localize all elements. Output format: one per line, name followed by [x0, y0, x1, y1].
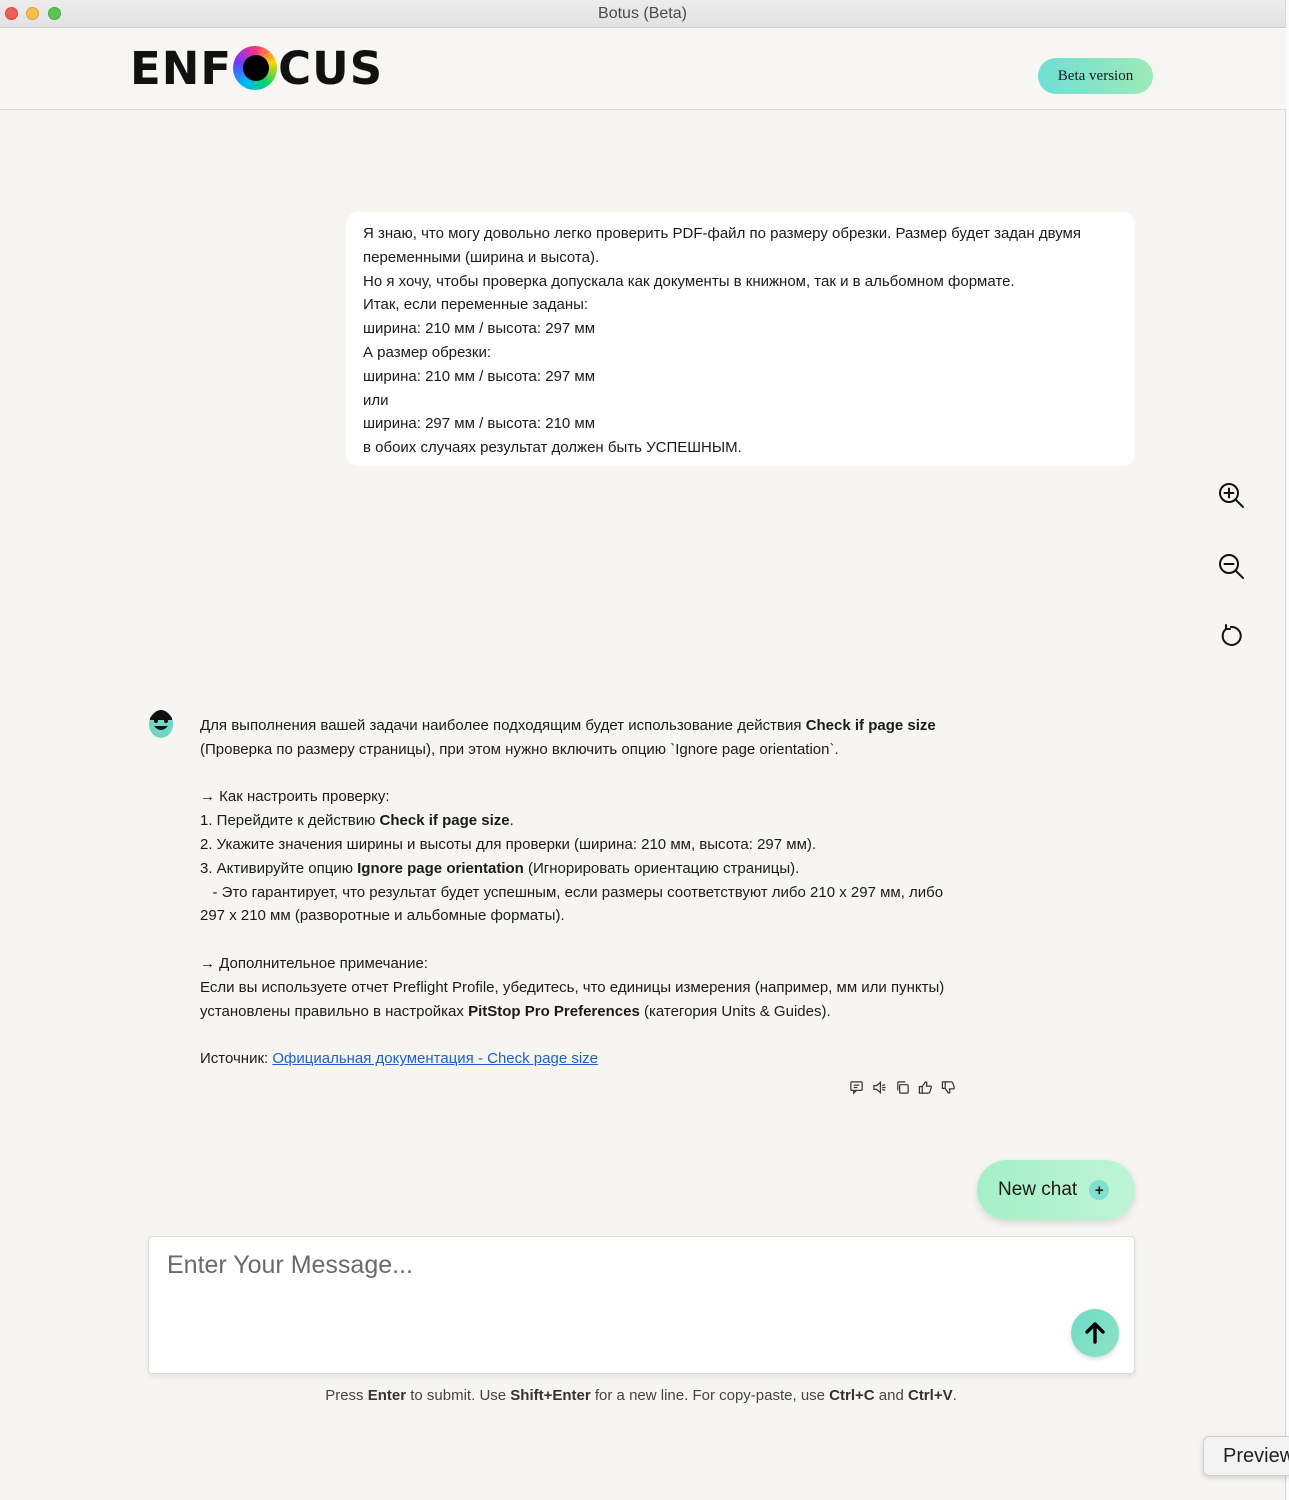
hint-text: to submit. Use: [406, 1387, 511, 1404]
bot-avatar: [147, 704, 175, 740]
user-message-line: в обоих случаях результат должен быть УС…: [363, 439, 742, 457]
bot-text: Для выполнения вашей задачи наиболее под…: [200, 717, 806, 734]
bot-text: (Игнорировать ориентацию страницы).: [523, 859, 800, 877]
hint-key: Enter: [367, 1387, 407, 1404]
keyboard-hint: Press Enter to submit. Use Shift+Enter f…: [0, 1387, 1282, 1404]
bot-bold-text: PitStop Pro Preferences: [468, 1002, 640, 1020]
arrow-up-icon: [1085, 1322, 1105, 1344]
hint-text: Press: [325, 1387, 368, 1404]
bot-source: Источник: Официальная документация - Che…: [200, 1047, 970, 1071]
source-label: Источник:: [200, 1050, 273, 1068]
send-button[interactable]: [1071, 1309, 1119, 1357]
user-message-line: Но я хочу, чтобы проверка допускала как …: [363, 272, 1015, 290]
bot-text: (категория Units & Guides).: [639, 1002, 831, 1020]
hint-text: .: [952, 1387, 957, 1404]
reset-icon: [1221, 624, 1242, 646]
plus-icon: +: [1089, 1180, 1110, 1200]
comment-icon: [849, 1080, 863, 1095]
bot-heading: → Как настроить проверку:: [200, 788, 390, 806]
bot-bold-text: Check if page size: [379, 812, 510, 830]
reset-zoom-button[interactable]: [1214, 619, 1248, 653]
preview-tab[interactable]: Preview: [1203, 1436, 1289, 1476]
hint-text: and: [874, 1387, 908, 1404]
zoom-in-button[interactable]: [1214, 478, 1248, 512]
source-link[interactable]: Официальная документация - Check page si…: [272, 1050, 598, 1067]
beta-version-badge[interactable]: Beta version: [1038, 58, 1153, 94]
bot-step: 1. Перейдите к действию Check if page si…: [200, 809, 970, 833]
thumbs-down-icon: [941, 1080, 955, 1094]
comment-button[interactable]: [848, 1079, 864, 1095]
new-chat-label: New chat: [998, 1179, 1078, 1200]
hint-key: Ctrl+C: [829, 1387, 875, 1404]
bot-text: .: [509, 812, 514, 830]
user-message-line: Итак, если переменные заданы:: [363, 296, 589, 314]
bot-avatar-icon: [149, 710, 173, 738]
logo-text-right: CUS: [278, 41, 384, 95]
user-message-line: А размер обрезки:: [363, 343, 492, 361]
bot-heading: → Дополнительное примечание:: [200, 954, 428, 972]
thumbs-up-button[interactable]: [917, 1079, 933, 1095]
read-aloud-button[interactable]: [871, 1079, 887, 1095]
bot-text: 3. Активируйте опцию: [200, 859, 358, 877]
bot-note: Если вы используете отчет Preflight Prof…: [200, 976, 970, 1024]
logo-o-icon: [233, 46, 278, 90]
bot-bold-text: Ignore page orientation: [357, 859, 524, 877]
zoom-out-icon: [1219, 554, 1244, 579]
new-chat-button[interactable]: New chat +: [977, 1160, 1135, 1220]
user-message-line: ширина: 297 мм / высота: 210 мм: [363, 415, 596, 433]
hint-text: for a new line. For copy-paste, use: [590, 1387, 830, 1404]
message-actions: [848, 1079, 956, 1095]
message-composer: [148, 1236, 1135, 1374]
thumbs-up-icon: [918, 1080, 932, 1094]
bot-step: 3. Активируйте опцию Ignore page orienta…: [200, 857, 970, 881]
bot-paragraph: Для выполнения вашей задачи наиболее под…: [200, 714, 970, 762]
user-message-line: Я знаю, что могу довольно легко проверит…: [363, 225, 1086, 266]
bot-bold-text: Check if page size: [805, 717, 936, 734]
copy-button[interactable]: [894, 1079, 910, 1095]
enfocus-logo: ENF CUS: [130, 42, 383, 95]
zoom-out-button[interactable]: [1214, 549, 1248, 583]
bot-step: 2. Укажите значения ширины и высоты для …: [200, 835, 817, 853]
bot-step: - Это гарантирует, что результат будет у…: [200, 883, 948, 925]
message-input[interactable]: [149, 1237, 1134, 1373]
user-message-bubble: Я знаю, что могу довольно легко проверит…: [346, 212, 1135, 466]
user-message-line: ширина: 210 мм / высота: 297 мм: [363, 320, 596, 338]
user-message-line: ширина: 210 мм / высота: 297 мм: [363, 367, 596, 385]
window-title: Botus (Beta): [598, 5, 687, 22]
app-window: Botus (Beta) ENF CUS Beta version Я знаю…: [0, 0, 1286, 1500]
copy-icon: [896, 1080, 909, 1094]
app-header: ENF CUS Beta version: [0, 28, 1286, 110]
hint-key: Shift+Enter: [510, 1387, 591, 1404]
speaker-icon: [872, 1080, 886, 1094]
bot-text: (Проверка по размеру страницы), при этом…: [200, 740, 839, 758]
zoom-in-icon: [1219, 483, 1244, 508]
logo-text-left: ENF: [130, 41, 233, 95]
bot-message: Для выполнения вашей задачи наиболее под…: [200, 714, 970, 1071]
hint-key: Ctrl+V: [907, 1387, 953, 1404]
bot-text: 1. Перейдите к действию: [200, 812, 380, 830]
user-message-line: или: [363, 391, 389, 409]
title-bar: Botus (Beta): [0, 0, 1285, 28]
thumbs-down-button[interactable]: [940, 1079, 956, 1095]
